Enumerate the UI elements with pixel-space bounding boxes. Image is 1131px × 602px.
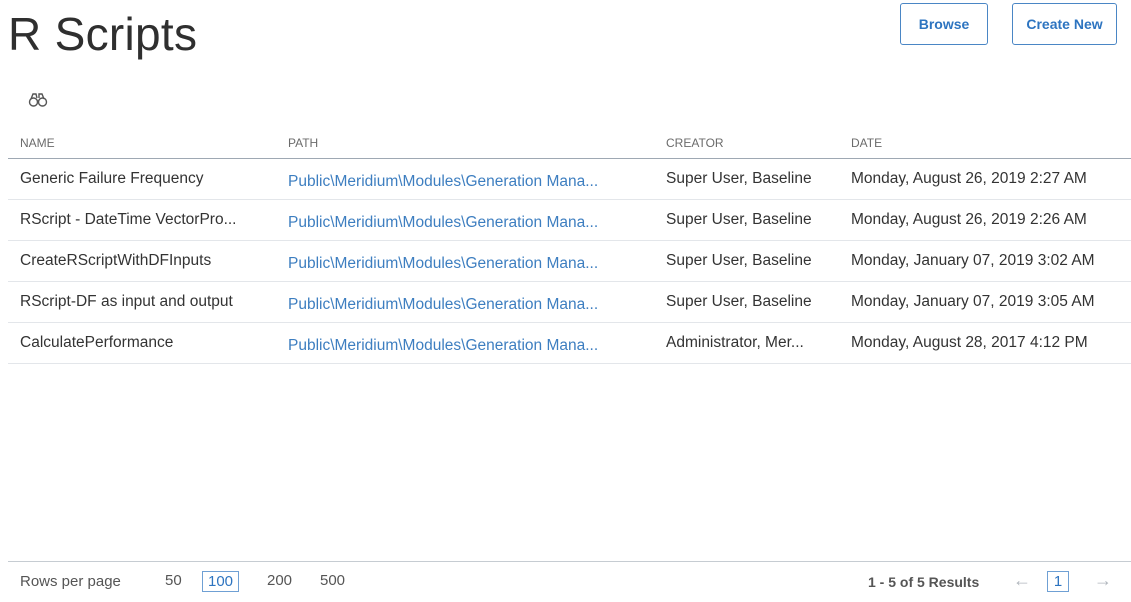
cell-path-link[interactable]: Public\Meridium\Modules\Generation Mana.… [276,240,654,282]
cell-creator: Super User, Baseline [654,199,839,241]
rows-per-page-500[interactable]: 500 [315,571,350,590]
pagination-bar: Rows per page 50 100 200 500 1 - 5 of 5 … [8,561,1131,602]
rows-per-page-50[interactable]: 50 [160,571,187,590]
page-number-current[interactable]: 1 [1047,571,1069,592]
column-header-name[interactable]: NAME [8,128,276,159]
cell-creator: Administrator, Mer... [654,322,839,364]
table-row[interactable]: RScript-DF as input and output Public\Me… [8,281,1131,323]
cell-name: RScript-DF as input and output [8,281,276,323]
results-count: 1 - 5 of 5 Results [868,574,980,590]
cell-path-link[interactable]: Public\Meridium\Modules\Generation Mana.… [276,158,654,200]
table-row[interactable]: RScript - DateTime VectorPro... Public\M… [8,199,1131,241]
page-title: R Scripts [8,8,198,60]
cell-name: CreateRScriptWithDFInputs [8,240,276,282]
cell-date: Monday, August 28, 2017 4:12 PM [839,322,1131,364]
create-new-button[interactable]: Create New [1012,3,1117,45]
binoculars-icon[interactable] [28,92,50,108]
cell-name: RScript - DateTime VectorPro... [8,199,276,241]
rows-per-page-100[interactable]: 100 [202,571,240,592]
cell-path-link[interactable]: Public\Meridium\Modules\Generation Mana.… [276,322,654,364]
cell-date: Monday, January 07, 2019 3:05 AM [839,281,1131,323]
table-header-row: NAME PATH CREATOR DATE [8,128,1131,159]
table-row[interactable]: CalculatePerformance Public\Meridium\Mod… [8,322,1131,364]
arrow-right-icon[interactable]: → [1094,570,1112,591]
cell-date: Monday, August 26, 2019 2:26 AM [839,199,1131,241]
scripts-table: NAME PATH CREATOR DATE Generic Failure F… [8,128,1131,364]
table-row[interactable]: Generic Failure Frequency Public\Meridiu… [8,158,1131,200]
column-header-date[interactable]: DATE [839,128,1131,159]
column-header-creator[interactable]: CREATOR [654,128,839,159]
cell-creator: Super User, Baseline [654,158,839,200]
cell-creator: Super User, Baseline [654,281,839,323]
cell-creator: Super User, Baseline [654,240,839,282]
column-header-path[interactable]: PATH [276,128,654,159]
cell-path-link[interactable]: Public\Meridium\Modules\Generation Mana.… [276,199,654,241]
rows-per-page-label: Rows per page [20,573,121,590]
cell-date: Monday, August 26, 2019 2:27 AM [839,158,1131,200]
cell-name: CalculatePerformance [8,322,276,364]
cell-date: Monday, January 07, 2019 3:02 AM [839,240,1131,282]
browse-button[interactable]: Browse [900,3,988,45]
arrow-left-icon[interactable]: ← [1013,570,1031,591]
cell-path-link[interactable]: Public\Meridium\Modules\Generation Mana.… [276,281,654,323]
cell-name: Generic Failure Frequency [8,158,276,200]
table-row[interactable]: CreateRScriptWithDFInputs Public\Meridiu… [8,240,1131,282]
rows-per-page-200[interactable]: 200 [262,571,297,590]
